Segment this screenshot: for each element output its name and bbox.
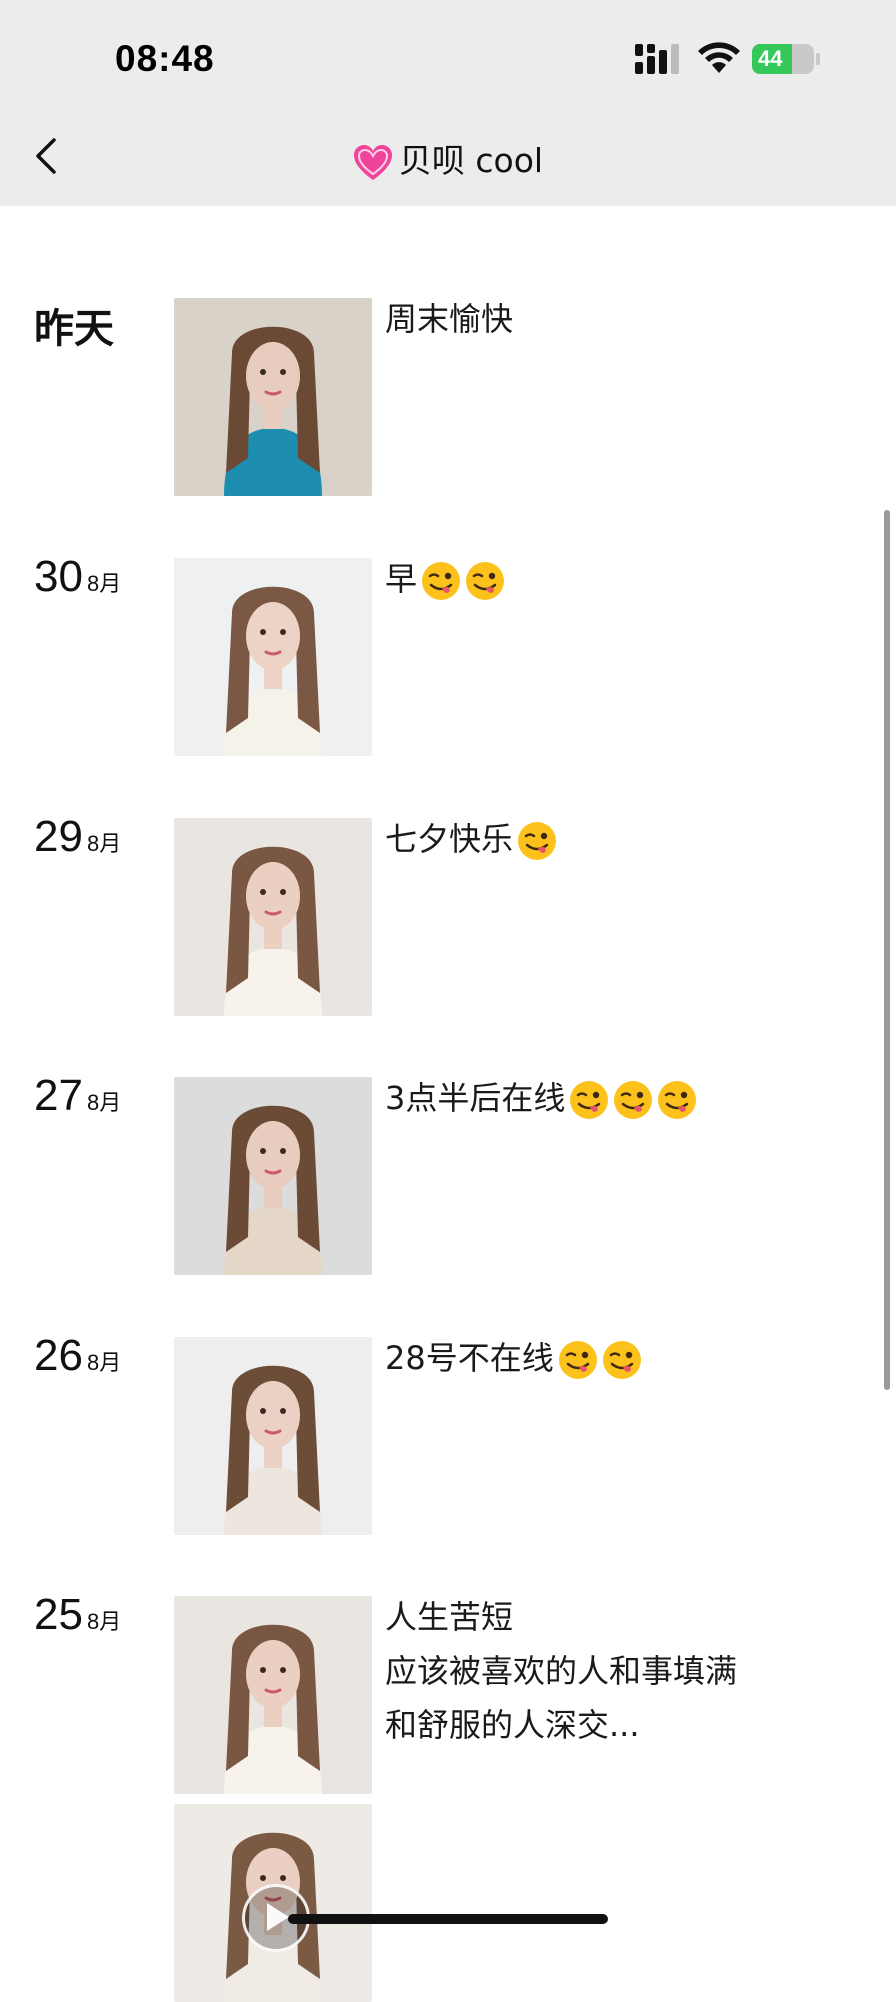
page-title-text: 贝呗 cool xyxy=(398,141,544,180)
cellular-signal-icon xyxy=(635,44,679,74)
post-day: 25 xyxy=(34,1590,83,1639)
winking-tongue-emoji-icon xyxy=(558,1341,597,1379)
post-photo[interactable] xyxy=(174,1596,372,1794)
post-caption[interactable]: 28号不在线 xyxy=(385,1331,642,1385)
post-photo[interactable] xyxy=(174,298,372,496)
post-caption[interactable]: 人生苦短应该被喜欢的人和事填满 和舒服的人深交... xyxy=(385,1590,737,1752)
post-photo[interactable] xyxy=(174,1077,372,1275)
post-caption[interactable]: 周末愉快 xyxy=(385,292,513,346)
post-day: 29 xyxy=(34,812,83,861)
post-photo[interactable] xyxy=(174,558,372,756)
pink-heart-icon xyxy=(353,144,392,180)
post-photo[interactable] xyxy=(174,818,372,1016)
page-title: 贝呗 cool xyxy=(0,134,896,182)
caption-line: 应该被喜欢的人和事填满 xyxy=(385,1652,738,1690)
post-day: 30 xyxy=(34,552,83,601)
post-month: 8月 xyxy=(86,1350,122,1375)
caption-line: 人生苦短 xyxy=(385,1598,514,1636)
post-date: 25 8月 xyxy=(34,1590,121,1640)
post-date: 27 8月 xyxy=(34,1071,121,1121)
post-day: 27 xyxy=(34,1071,83,1120)
post-video-thumbnail[interactable] xyxy=(174,1804,372,2002)
caption-line: 28号不在线 xyxy=(385,1331,642,1385)
post-month: 8月 xyxy=(86,1609,122,1634)
caption-line: 和舒服的人深交... xyxy=(385,1706,640,1744)
winking-tongue-emoji-icon xyxy=(570,1081,609,1119)
winking-tongue-emoji-icon xyxy=(614,1081,653,1119)
winking-tongue-emoji-icon xyxy=(466,562,505,600)
caption-line: 早 xyxy=(385,552,505,606)
home-indicator[interactable] xyxy=(288,1914,608,1924)
post-month: 8月 xyxy=(86,831,122,856)
battery-level: 44 xyxy=(758,46,783,71)
battery-icon: 44 xyxy=(752,44,820,74)
winking-tongue-emoji-icon xyxy=(658,1081,697,1119)
status-time: 08:48 xyxy=(115,38,215,79)
post-caption[interactable]: 3点半后在线 xyxy=(385,1071,697,1125)
winking-tongue-emoji-icon xyxy=(518,822,557,860)
scrollbar[interactable] xyxy=(884,510,890,1390)
post-day: 昨天 xyxy=(34,306,114,352)
post-month: 8月 xyxy=(86,571,122,596)
winking-tongue-emoji-icon xyxy=(422,562,461,600)
post-date: 30 8月 xyxy=(34,552,121,602)
post-day: 26 xyxy=(34,1331,83,1380)
post-date: 26 8月 xyxy=(34,1331,121,1381)
wifi-icon xyxy=(698,42,740,73)
post-month: 8月 xyxy=(86,1090,122,1115)
caption-line: 七夕快乐 xyxy=(385,812,557,866)
post-caption[interactable]: 七夕快乐 xyxy=(385,812,557,866)
caption-line: 3点半后在线 xyxy=(385,1071,697,1125)
post-caption[interactable]: 早 xyxy=(385,552,505,606)
post-photo[interactable] xyxy=(174,1337,372,1535)
winking-tongue-emoji-icon xyxy=(602,1341,641,1379)
post-date: 29 8月 xyxy=(34,812,121,862)
nav-bar: 贝呗 cool xyxy=(0,100,896,206)
caption-line: 周末愉快 xyxy=(385,300,514,338)
post-date: 昨天 xyxy=(34,296,114,354)
